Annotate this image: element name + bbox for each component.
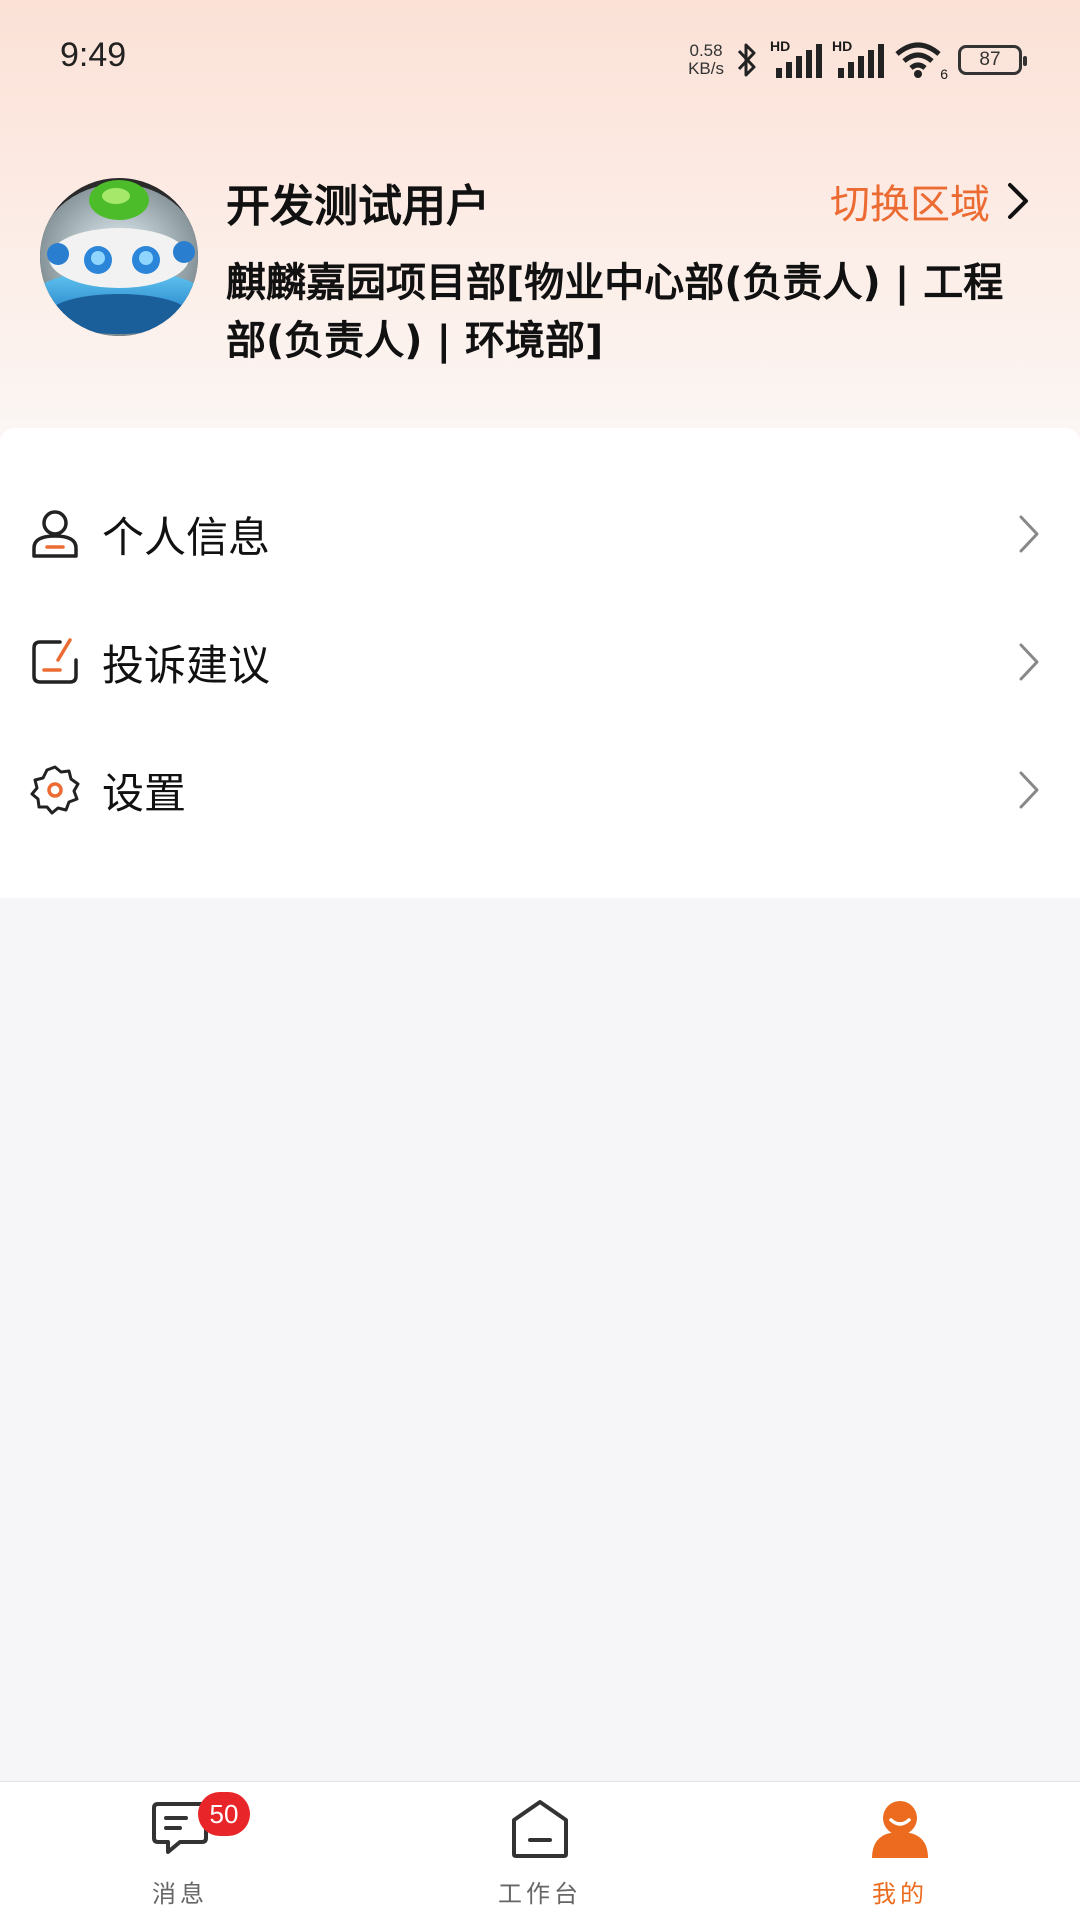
tab-mine[interactable]: 我的 [800, 1782, 1000, 1920]
status-time: 9:49 [60, 36, 127, 74]
chevron-right-icon [1019, 643, 1039, 681]
person-icon [32, 510, 78, 558]
bluetooth-icon [737, 43, 756, 77]
home-icon [512, 1800, 568, 1858]
network-speed-value: 0.58 [689, 41, 723, 60]
menu-item-label: 投诉建议 [102, 640, 271, 690]
chevron-right-icon [1008, 183, 1028, 219]
organization-text: 麒麟嘉园项目部[物业中心部(负责人) | 工程部(负责人) | 环境部] [226, 260, 1004, 364]
network-speed: 0.58 KB/s [688, 42, 724, 78]
menu-item-personal-info[interactable]: 个人信息 [0, 470, 1080, 598]
signal-2: HD [832, 38, 884, 80]
tab-messages[interactable]: 50 消息 [80, 1782, 280, 1920]
avatar-image [40, 178, 198, 336]
user-name: 开发测试用户 [226, 181, 490, 232]
menu-item-feedback[interactable]: 投诉建议 [0, 598, 1080, 726]
gear-icon [30, 765, 80, 815]
tab-bar: 50 消息 工作台 我的 [0, 1781, 1080, 1920]
wifi-icon [895, 42, 941, 78]
network-speed-unit: KB/s [688, 59, 724, 78]
status-bar: 9:49 0.58 KB/s HD HD 6 87 [0, 0, 1080, 116]
menu-item-label: 个人信息 [102, 512, 271, 562]
signal-1: HD [770, 38, 822, 80]
chevron-right-icon [1019, 771, 1039, 809]
wifi: 6 [894, 40, 948, 82]
tab-workbench[interactable]: 工作台 [440, 1782, 640, 1920]
status-icons: 0.58 KB/s HD HD 6 87 [688, 38, 1027, 82]
feedback-icon [32, 638, 78, 684]
battery-icon: 87 [958, 45, 1027, 75]
switch-region-label: 切换区域 [830, 182, 990, 228]
chevron-right-icon [1019, 515, 1039, 553]
battery-level: 87 [979, 49, 1001, 70]
switch-region-button[interactable]: 切换区域 [830, 172, 1030, 230]
user-icon [872, 1801, 928, 1858]
menu-card: 个人信息 投诉建议 设置 [0, 428, 1080, 898]
wifi-label: 6 [940, 66, 948, 82]
tab-label: 我的 [872, 1880, 928, 1908]
message-count-badge: 50 [198, 1792, 250, 1836]
cell-signal-icon [776, 44, 822, 78]
tab-label: 消息 [152, 1880, 208, 1908]
avatar[interactable] [40, 178, 198, 336]
menu-item-label: 设置 [102, 768, 187, 818]
menu-item-settings[interactable]: 设置 [0, 726, 1080, 854]
cell-signal-icon [838, 44, 884, 78]
tab-label: 工作台 [498, 1880, 582, 1908]
